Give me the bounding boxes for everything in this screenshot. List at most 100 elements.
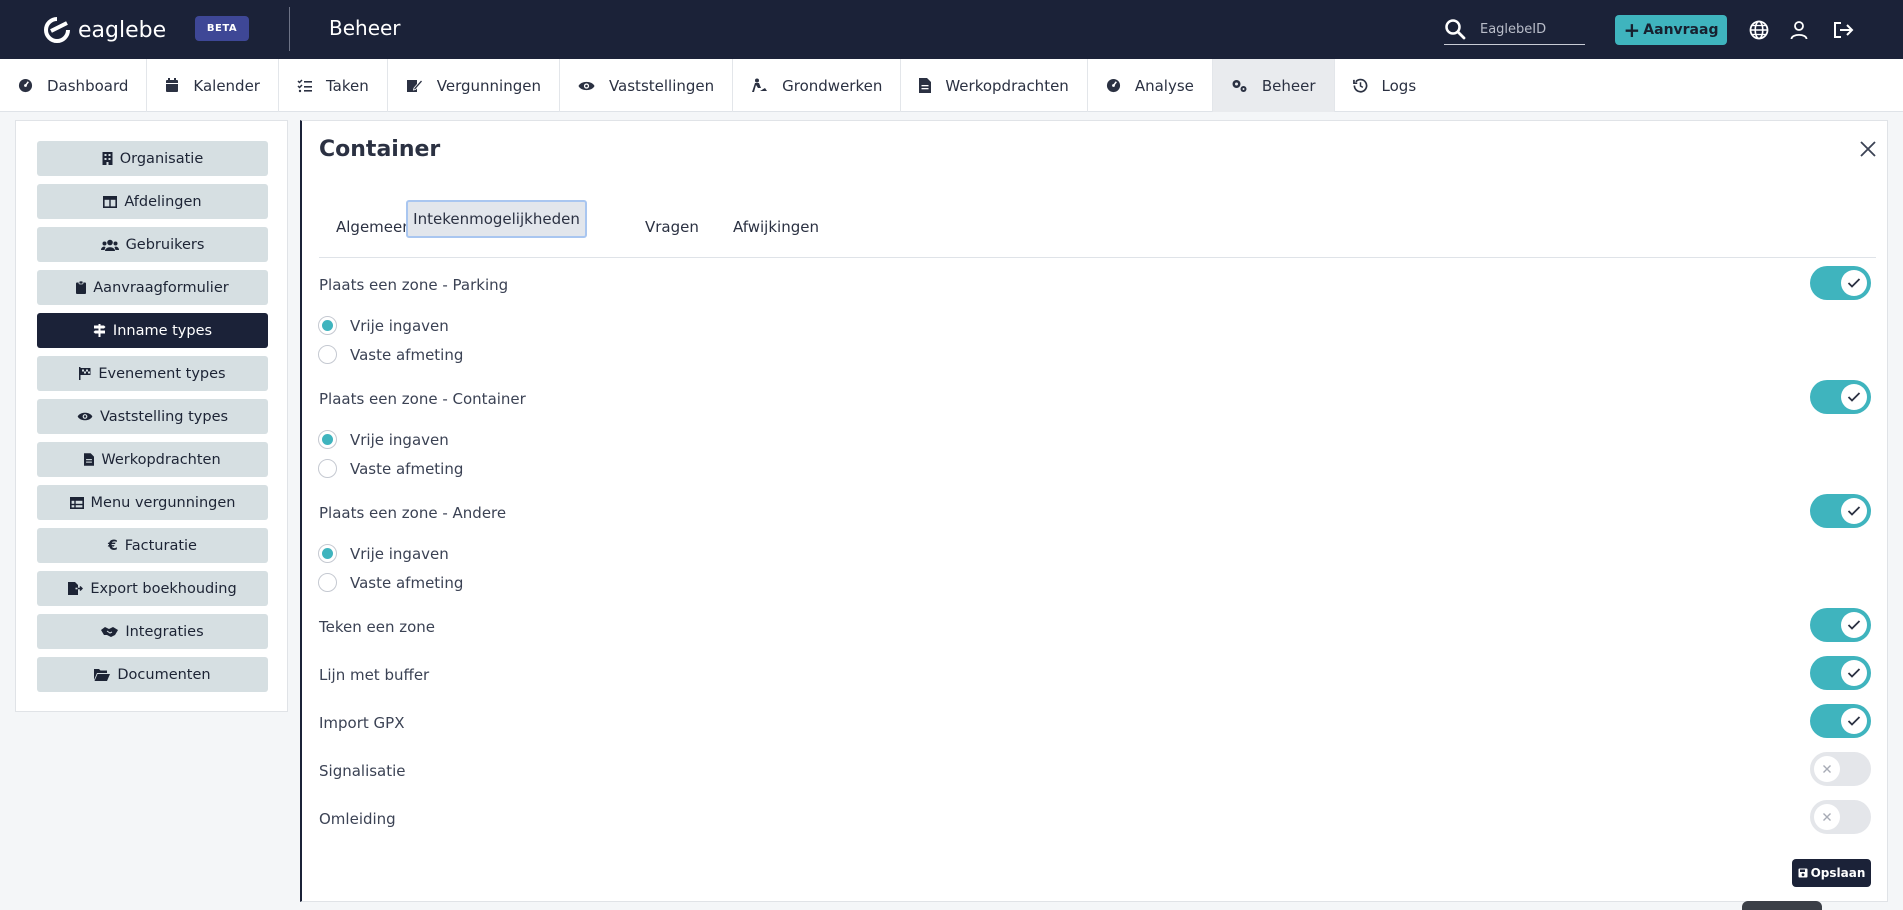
sidebar-item-label: Export boekhouding <box>90 580 237 597</box>
zone-parking-toggle[interactable] <box>1810 266 1871 300</box>
sidebar-item-organisatie[interactable]: Organisatie <box>37 141 268 176</box>
tasks-icon <box>297 78 312 92</box>
nav-dashboard[interactable]: Dashboard <box>0 59 148 112</box>
close-icon[interactable] <box>1858 139 1878 159</box>
radio-label: Vaste afmeting <box>350 459 464 478</box>
sidebar-item-label: Afdelingen <box>124 193 202 210</box>
nav-label: Vergunningen <box>436 76 541 95</box>
logout-icon[interactable] <box>1831 18 1855 42</box>
radio-button[interactable] <box>318 573 337 592</box>
radio-label: Vrije ingaven <box>350 316 449 335</box>
tab-algemeen[interactable]: Algemeen <box>336 196 412 258</box>
nav-beheer[interactable]: Beheer <box>1212 59 1335 112</box>
sidebar-item-integraties[interactable]: Integraties <box>37 614 268 649</box>
sidebar-item-vaststelling-types[interactable]: Vaststelling types <box>37 399 268 434</box>
sidebar-item-label: Menu vergunningen <box>90 494 236 511</box>
flag-icon <box>79 367 91 380</box>
nav-werkopdrachten[interactable]: Werkopdrachten <box>901 59 1088 112</box>
save-label: Opslaan <box>1810 866 1866 880</box>
zone-parking-option-vaste[interactable]: Vaste afmeting <box>318 345 463 364</box>
search-input[interactable] <box>1480 21 1580 37</box>
nav-label: Grondwerken <box>782 76 883 95</box>
sidebar-item-label: Aanvraagformulier <box>93 279 229 296</box>
zone-container-label: Plaats een zone - Container <box>319 390 526 408</box>
zone-andere-label: Plaats een zone - Andere <box>319 504 507 522</box>
search-icon[interactable] <box>1444 18 1466 40</box>
users-icon <box>100 239 119 251</box>
cogs-icon <box>1232 80 1247 92</box>
zone-parking-label: Plaats een zone - Parking <box>319 276 509 294</box>
nav-label: Beheer <box>1261 76 1316 95</box>
nav-kalender[interactable]: Kalender <box>147 59 279 112</box>
check-icon <box>1841 612 1867 638</box>
sidebar-item-aanvraagformulier[interactable]: Aanvraagformulier <box>37 270 268 305</box>
document-icon <box>84 453 95 466</box>
radio-button[interactable] <box>318 430 337 449</box>
folder-open-icon <box>94 668 111 681</box>
omleiding-toggle[interactable] <box>1810 800 1871 834</box>
nav-analyse[interactable]: Analyse <box>1088 59 1213 112</box>
sidebar-item-label: Facturatie <box>124 537 197 554</box>
table-icon <box>103 195 118 208</box>
eye-icon <box>77 412 93 421</box>
euro-icon: € <box>108 537 118 554</box>
zone-container-option-vrije[interactable]: Vrije ingaven <box>318 430 449 449</box>
table-icon <box>69 496 84 509</box>
zone-andere-option-vrije[interactable]: Vrije ingaven <box>318 544 449 563</box>
sidebar-item-gebruikers[interactable]: Gebruikers <box>37 227 268 262</box>
tab-vragen[interactable]: Vragen <box>645 196 699 258</box>
teken-zone-label: Teken een zone <box>319 618 436 636</box>
nav-taken[interactable]: Taken <box>279 59 388 112</box>
check-icon <box>1841 498 1867 524</box>
sidebar-item-label: Gebruikers <box>125 236 205 253</box>
floating-widget-edge[interactable] <box>1742 901 1822 910</box>
search-box <box>1444 14 1585 45</box>
sidebar-item-label: Documenten <box>117 666 211 683</box>
sidebar-item-inname-types[interactable]: Inname types <box>37 313 268 348</box>
radio-button[interactable] <box>318 316 337 335</box>
sidebar-item-label: Organisatie <box>119 150 204 167</box>
permit-icon <box>406 79 423 92</box>
building-icon <box>102 152 113 165</box>
sidebar-item-evenement-types[interactable]: Evenement types <box>37 356 268 391</box>
close-icon <box>1814 804 1840 830</box>
zone-parking-option-vrije[interactable]: Vrije ingaven <box>318 316 449 335</box>
nav-logs[interactable]: Logs <box>1335 59 1435 112</box>
logo[interactable]: eaglebe <box>42 15 166 45</box>
save-button[interactable]: Opslaan <box>1792 859 1871 887</box>
import-gpx-toggle[interactable] <box>1810 704 1871 738</box>
tab-afwijkingen[interactable]: Afwijkingen <box>733 196 819 258</box>
signalisatie-toggle[interactable] <box>1810 752 1871 786</box>
lijn-buffer-toggle[interactable] <box>1810 656 1871 690</box>
signs-icon <box>93 324 106 337</box>
teken-zone-toggle[interactable] <box>1810 608 1871 642</box>
nav-vaststellingen[interactable]: Vaststellingen <box>560 59 734 112</box>
panel-title: Container <box>319 137 441 162</box>
sidebar-item-werkopdrachten[interactable]: Werkopdrachten <box>37 442 268 477</box>
zone-andere-toggle[interactable] <box>1810 494 1871 528</box>
sidebar-item-facturatie[interactable]: € Facturatie <box>37 528 268 563</box>
zone-container-toggle[interactable] <box>1810 380 1871 414</box>
sidebar-item-menu-vergunningen[interactable]: Menu vergunningen <box>37 485 268 520</box>
zone-container-option-vaste[interactable]: Vaste afmeting <box>318 459 463 478</box>
nav-grondwerken[interactable]: Grondwerken <box>733 59 902 112</box>
radio-button[interactable] <box>318 459 337 478</box>
dashboard-icon <box>1106 78 1120 93</box>
history-icon <box>1352 78 1367 93</box>
new-request-button[interactable]: + Aanvraag <box>1615 15 1727 45</box>
user-icon[interactable] <box>1787 18 1811 42</box>
tab-intekenmogelijkheden[interactable]: Intekenmogelijkheden <box>406 200 587 238</box>
radio-label: Vrije ingaven <box>350 544 449 563</box>
new-request-label: Aanvraag <box>1643 22 1719 38</box>
sidebar-item-documenten[interactable]: Documenten <box>37 657 268 692</box>
signalisatie-label: Signalisatie <box>319 762 406 780</box>
sidebar-item-afdelingen[interactable]: Afdelingen <box>37 184 268 219</box>
radio-button[interactable] <box>318 345 337 364</box>
radio-button[interactable] <box>318 544 337 563</box>
nav-vergunningen[interactable]: Vergunningen <box>388 59 560 112</box>
sidebar-item-export-boekhouding[interactable]: Export boekhouding <box>37 571 268 606</box>
main-navigation: Dashboard Kalender Taken Vergunningen Va… <box>0 59 1903 112</box>
globe-icon[interactable] <box>1747 18 1771 42</box>
zone-andere-option-vaste[interactable]: Vaste afmeting <box>318 573 463 592</box>
document-icon <box>919 78 932 93</box>
